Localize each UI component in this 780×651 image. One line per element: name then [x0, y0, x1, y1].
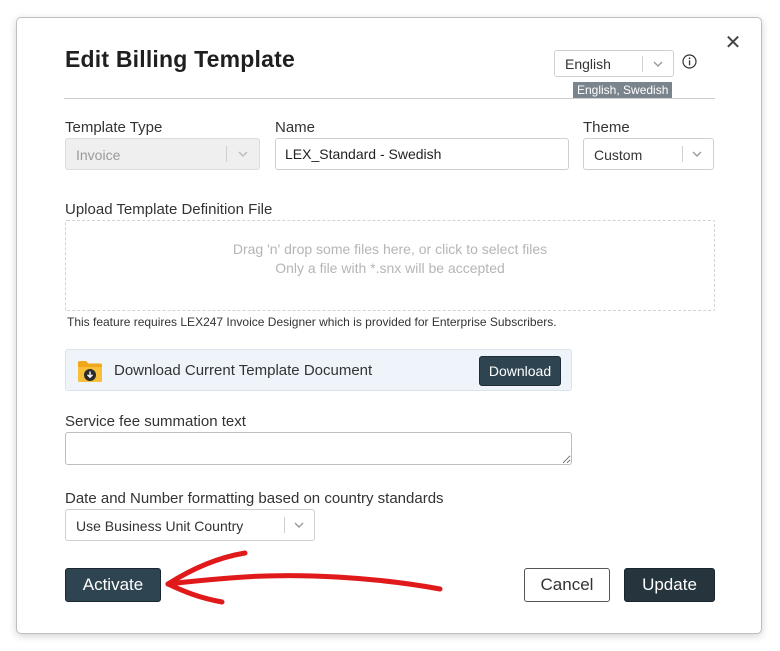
dropzone-instruction: Drag 'n' drop some files here, or click … — [232, 241, 548, 257]
theme-label: Theme — [583, 119, 630, 136]
select-divider — [642, 56, 643, 72]
formatting-label: Date and Number formatting based on coun… — [65, 490, 444, 507]
download-template-text: Download Current Template Document — [114, 362, 373, 379]
formatting-value: Use Business Unit Country — [76, 518, 244, 534]
select-divider — [284, 517, 285, 533]
theme-value: Custom — [594, 147, 643, 163]
upload-label: Upload Template Definition File — [65, 201, 273, 218]
template-type-label: Template Type — [65, 119, 163, 136]
chevron-down-icon — [652, 58, 664, 70]
header-divider — [64, 98, 715, 99]
language-select[interactable]: English — [554, 50, 674, 77]
name-input[interactable] — [275, 138, 569, 170]
dialog-title: Edit Billing Template — [65, 46, 295, 72]
select-divider — [226, 146, 227, 162]
download-button[interactable]: Download — [479, 356, 561, 386]
folder-download-icon — [76, 357, 104, 385]
chevron-down-icon — [237, 148, 249, 160]
update-button[interactable]: Update — [624, 568, 715, 602]
language-select-value: English — [565, 56, 611, 72]
activate-button[interactable]: Activate — [65, 568, 161, 602]
download-template-panel: Download Current Template Document Downl… — [65, 349, 572, 391]
service-fee-label: Service fee summation text — [65, 413, 246, 430]
chevron-down-icon — [691, 148, 703, 160]
chevron-down-icon — [293, 519, 305, 531]
service-fee-textarea[interactable] — [65, 432, 572, 465]
select-divider — [682, 146, 683, 162]
edit-billing-template-dialog: Edit Billing Template ✕ English English,… — [16, 17, 762, 634]
selected-languages-tag: English, Swedish — [573, 82, 673, 98]
dropzone-file-type-hint: Only a file with *.snx will be accepted — [275, 260, 505, 276]
theme-select[interactable]: Custom — [583, 138, 714, 170]
template-type-select: Invoice — [65, 138, 260, 170]
enterprise-feature-note: This feature requires LEX247 Invoice Des… — [67, 315, 557, 329]
name-label: Name — [275, 119, 316, 136]
info-icon[interactable] — [682, 54, 697, 69]
file-dropzone[interactable]: Drag 'n' drop some files here, or click … — [65, 220, 715, 311]
cancel-button[interactable]: Cancel — [524, 568, 610, 602]
close-icon[interactable]: ✕ — [722, 32, 744, 54]
formatting-select[interactable]: Use Business Unit Country — [65, 509, 315, 541]
template-type-value: Invoice — [76, 147, 121, 163]
